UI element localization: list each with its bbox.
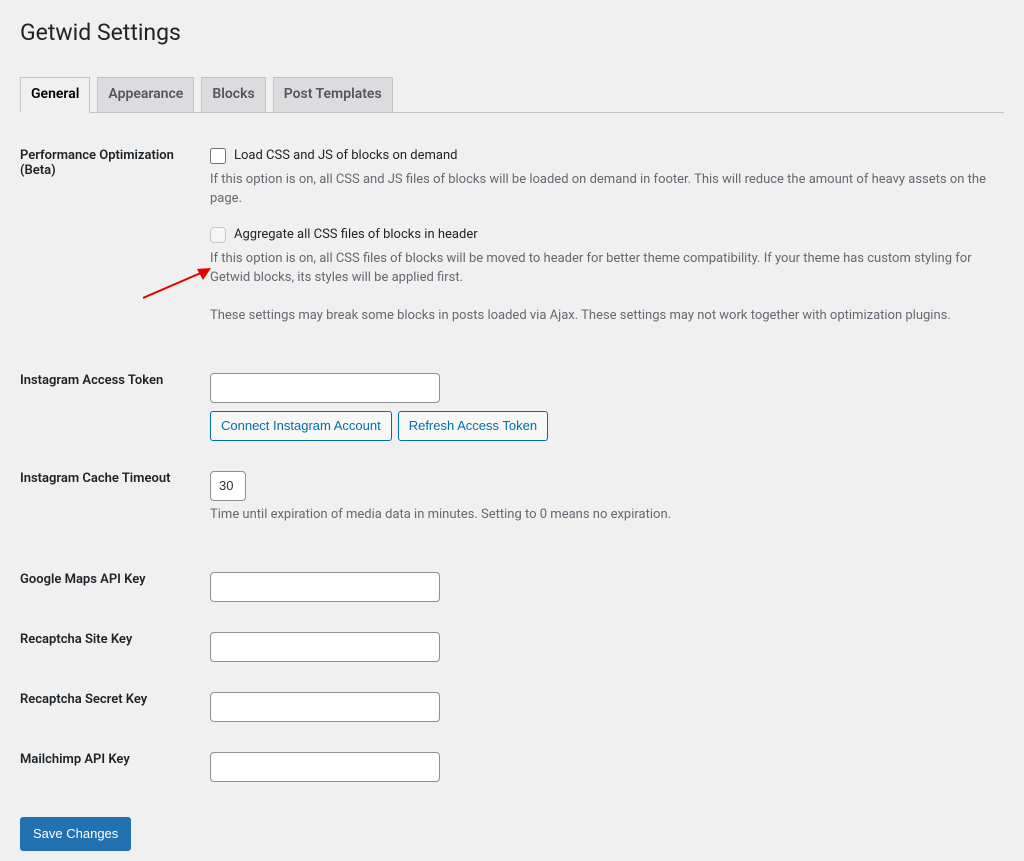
label-google-maps: Google Maps API Key xyxy=(20,557,200,617)
input-recaptcha-site[interactable] xyxy=(210,632,440,662)
tab-blocks[interactable]: Blocks xyxy=(201,77,265,112)
label-aggregate-css: Aggregate all CSS files of blocks in hea… xyxy=(234,227,478,242)
desc-load-demand: If this option is on, all CSS and JS fil… xyxy=(210,170,994,209)
note-perf-opt: These settings may break some blocks in … xyxy=(210,306,994,326)
label-recaptcha-site: Recaptcha Site Key xyxy=(20,617,200,677)
row-recaptcha-secret: Recaptcha Secret Key xyxy=(20,677,1004,737)
label-instagram-token: Instagram Access Token xyxy=(20,358,200,456)
label-recaptcha-secret: Recaptcha Secret Key xyxy=(20,677,200,737)
checkbox-aggregate-css[interactable] xyxy=(210,227,226,243)
tab-post-templates[interactable]: Post Templates xyxy=(273,77,393,112)
page-title: Getwid Settings xyxy=(20,10,1004,50)
input-recaptcha-secret[interactable] xyxy=(210,692,440,722)
label-mailchimp: Mailchimp API Key xyxy=(20,737,200,797)
row-mailchimp: Mailchimp API Key xyxy=(20,737,1004,797)
tab-general[interactable]: General xyxy=(20,77,90,113)
checkbox-load-demand[interactable] xyxy=(210,148,226,164)
desc-aggregate-css: If this option is on, all CSS files of b… xyxy=(210,249,994,288)
tabs-nav: General Appearance Blocks Post Templates xyxy=(20,68,1004,113)
input-instagram-cache[interactable] xyxy=(210,471,246,501)
tab-appearance[interactable]: Appearance xyxy=(97,77,194,112)
row-recaptcha-site: Recaptcha Site Key xyxy=(20,617,1004,677)
label-instagram-cache: Instagram Cache Timeout xyxy=(20,456,200,558)
input-mailchimp[interactable] xyxy=(210,752,440,782)
label-perf-opt: Performance Optimization (Beta) xyxy=(20,133,200,359)
input-google-maps[interactable] xyxy=(210,572,440,602)
settings-form: Performance Optimization (Beta) Load CSS… xyxy=(20,133,1004,798)
input-instagram-token[interactable] xyxy=(210,373,440,403)
row-perf-opt: Performance Optimization (Beta) Load CSS… xyxy=(20,133,1004,359)
label-load-demand: Load CSS and JS of blocks on demand xyxy=(234,148,457,163)
desc-instagram-cache: Time until expiration of media data in m… xyxy=(210,505,994,525)
row-instagram-token: Instagram Access Token Connect Instagram… xyxy=(20,358,1004,456)
save-button[interactable]: Save Changes xyxy=(20,817,131,851)
row-google-maps: Google Maps API Key xyxy=(20,557,1004,617)
connect-instagram-button[interactable]: Connect Instagram Account xyxy=(210,411,392,441)
refresh-token-button[interactable]: Refresh Access Token xyxy=(398,411,548,441)
row-instagram-cache: Instagram Cache Timeout Time until expir… xyxy=(20,456,1004,558)
